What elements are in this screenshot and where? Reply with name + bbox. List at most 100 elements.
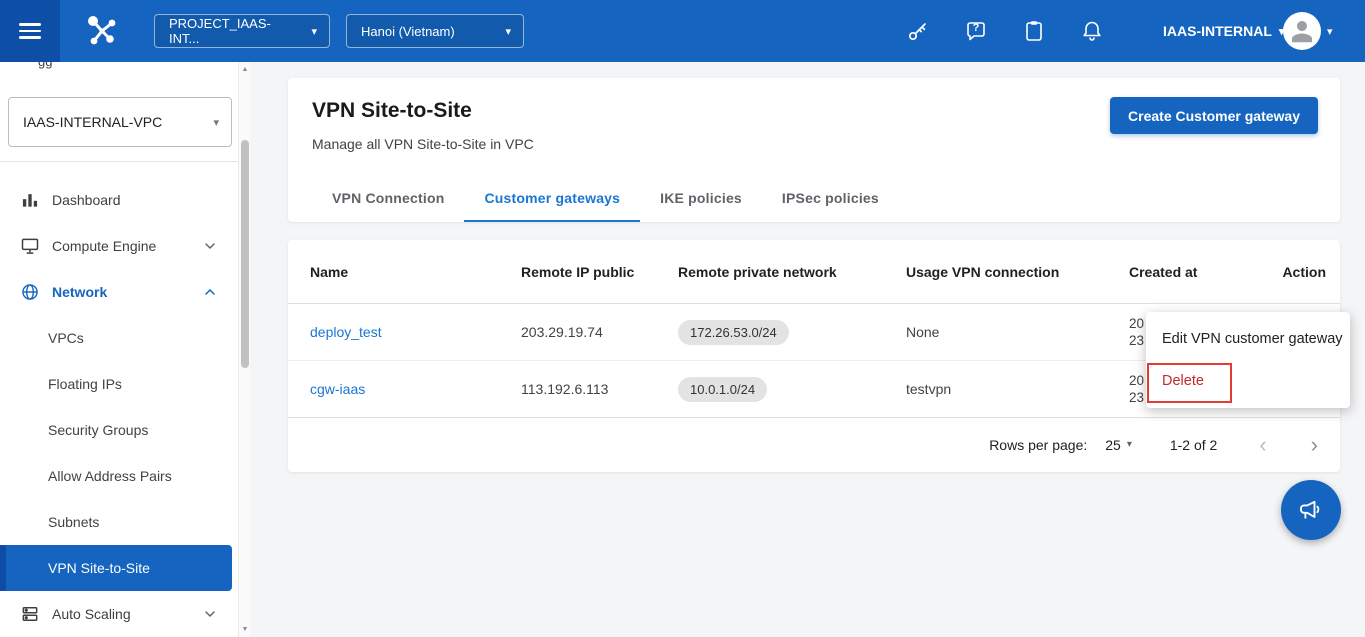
scroll-down-icon[interactable]: ▼ xyxy=(239,626,251,633)
tab-customer-gateways[interactable]: Customer gateways xyxy=(464,176,640,222)
header-icon-group: ? xyxy=(906,0,1104,62)
chevron-down-icon xyxy=(202,606,218,622)
sidebar-item-label: Compute Engine xyxy=(52,238,156,254)
sidebar-item-label: Auto Scaling xyxy=(52,606,131,622)
main-content: VPN Site-to-Site Manage all VPN Site-to-… xyxy=(250,62,1365,637)
delete-menu-item[interactable]: Delete xyxy=(1146,360,1350,402)
tasks-button[interactable] xyxy=(1022,19,1046,43)
page-header-card: VPN Site-to-Site Manage all VPN Site-to-… xyxy=(288,78,1340,222)
server-icon xyxy=(20,604,40,624)
region-selector[interactable]: Hanoi (Vietnam) ▾ xyxy=(346,14,524,48)
user-avatar-menu[interactable]: ▾ xyxy=(1283,0,1333,62)
megaphone-icon xyxy=(1297,496,1325,524)
feedback-fab-button[interactable] xyxy=(1281,480,1341,540)
network-chip: 10.0.1.0/24 xyxy=(678,377,767,402)
sidebar-item-security-groups[interactable]: Security Groups xyxy=(0,407,238,453)
hamburger-icon xyxy=(19,19,41,43)
chevron-up-icon xyxy=(202,284,218,300)
sidebar-item-label: Dashboard xyxy=(52,192,121,208)
sidebar-item-label: Network xyxy=(52,284,107,300)
rows-per-page-label: Rows per page: xyxy=(989,437,1087,453)
create-customer-gateway-button[interactable]: Create Customer gateway xyxy=(1110,97,1318,134)
edit-vpn-customer-gateway-menu-item[interactable]: Edit VPN customer gateway xyxy=(1146,318,1350,360)
sidebar-item-compute-engine[interactable]: Compute Engine xyxy=(0,223,238,269)
rows-per-page-value: 25 xyxy=(1105,437,1121,453)
gateway-name-link[interactable]: deploy_test xyxy=(310,324,382,340)
sidebar-item-subnets[interactable]: Subnets xyxy=(0,499,238,545)
column-header-action: Action xyxy=(1260,264,1326,280)
chevron-down-icon xyxy=(202,238,218,254)
sidebar-nav: Dashboard Compute Engine Network xyxy=(0,177,238,637)
app-root: PROJECT_IAAS-INT... ▾ Hanoi (Vietnam) ▾ xyxy=(0,0,1365,637)
chevron-down-icon: ▾ xyxy=(493,25,511,38)
sidebar-item-vpcs[interactable]: VPCs xyxy=(0,315,238,361)
sidebar-item-floating-ips[interactable]: Floating IPs xyxy=(0,361,238,407)
tab-bar: VPN Connection Customer gateways IKE pol… xyxy=(312,176,899,222)
row-action-context-menu: Edit VPN customer gateway Delete xyxy=(1146,312,1350,408)
sub-item-label: VPN Site-to-Site xyxy=(48,560,150,576)
divider xyxy=(0,161,238,162)
usage-cell: None xyxy=(906,324,1129,340)
project-selector-value: PROJECT_IAAS-INT... xyxy=(169,16,299,46)
region-selector-value: Hanoi (Vietnam) xyxy=(361,24,455,39)
project-selector[interactable]: PROJECT_IAAS-INT... ▾ xyxy=(154,14,330,48)
rows-per-page-select[interactable]: 25 ▾ xyxy=(1105,437,1132,453)
usage-cell: testvpn xyxy=(906,381,1129,397)
sidebar-item-auto-scaling[interactable]: Auto Scaling xyxy=(0,591,238,637)
question-mark-glyph: ? xyxy=(964,22,988,34)
table-pagination: Rows per page: 25 ▾ 1-2 of 2 ‹ › xyxy=(288,418,1340,471)
chevron-down-icon: ▾ xyxy=(1327,25,1333,38)
vpc-selector[interactable]: IAAS-INTERNAL-VPC ▾ xyxy=(8,97,232,147)
sidebar-item-dashboard[interactable]: Dashboard xyxy=(0,177,238,223)
person-icon xyxy=(1287,16,1317,46)
network-chip: 172.26.53.0/24 xyxy=(678,320,789,345)
sub-item-label: Floating IPs xyxy=(48,376,122,392)
api-key-button[interactable] xyxy=(906,19,930,43)
sub-item-label: Subnets xyxy=(48,514,99,530)
chevron-down-icon: ▾ xyxy=(1127,439,1132,450)
remote-ip-cell: 203.29.19.74 xyxy=(521,324,678,340)
page-title: VPN Site-to-Site xyxy=(312,99,472,123)
chevron-down-icon: ▾ xyxy=(213,116,219,129)
tab-ike-policies[interactable]: IKE policies xyxy=(640,176,762,222)
bell-icon xyxy=(1080,19,1104,43)
next-page-button[interactable]: › xyxy=(1311,432,1318,458)
sub-item-label: Security Groups xyxy=(48,422,148,438)
tab-ipsec-policies[interactable]: IPSec policies xyxy=(762,176,899,222)
monitor-icon xyxy=(20,236,40,256)
pagination-range: 1-2 of 2 xyxy=(1170,437,1217,453)
top-bar: PROJECT_IAAS-INT... ▾ Hanoi (Vietnam) ▾ xyxy=(0,0,1365,62)
account-menu[interactable]: IAAS-INTERNAL ▾ xyxy=(1163,0,1284,62)
chevron-down-icon: ▾ xyxy=(299,25,317,38)
sub-item-label: VPCs xyxy=(48,330,84,346)
column-header-created-at: Created at xyxy=(1129,264,1260,280)
account-menu-label: IAAS-INTERNAL xyxy=(1163,23,1272,39)
scroll-up-icon[interactable]: ▲ xyxy=(239,66,251,73)
previous-page-button[interactable]: ‹ xyxy=(1259,432,1266,458)
vpc-selector-value: IAAS-INTERNAL-VPC xyxy=(23,114,162,130)
hamburger-menu-button[interactable] xyxy=(0,0,60,62)
column-header-remote-ip: Remote IP public xyxy=(521,264,678,280)
column-header-name: Name xyxy=(310,264,521,280)
gateway-name-link[interactable]: cgw-iaas xyxy=(310,381,365,397)
sidebar-item-allow-address-pairs[interactable]: Allow Address Pairs xyxy=(0,453,238,499)
sidebar-item-network[interactable]: Network xyxy=(0,269,238,315)
table-header-row: Name Remote IP public Remote private net… xyxy=(288,240,1340,304)
tab-vpn-connection[interactable]: VPN Connection xyxy=(312,176,464,222)
brand-logo-icon xyxy=(82,11,122,51)
page-subtitle: Manage all VPN Site-to-Site in VPC xyxy=(312,136,534,152)
globe-icon xyxy=(20,282,40,302)
remote-ip-cell: 113.192.6.113 xyxy=(521,381,678,397)
bar-chart-icon xyxy=(20,190,40,210)
key-icon xyxy=(906,19,930,43)
column-header-remote-network: Remote private network xyxy=(678,264,906,280)
scrollbar-thumb[interactable] xyxy=(241,140,249,368)
support-button[interactable]: ? xyxy=(964,19,988,43)
clipped-menu-item: gg xyxy=(38,62,52,69)
notifications-button[interactable] xyxy=(1080,19,1104,43)
sidebar: gg IAAS-INTERNAL-VPC ▾ Dashboard Compute… xyxy=(0,62,250,637)
sidebar-scrollbar[interactable]: ▲ ▼ xyxy=(238,62,250,637)
sidebar-item-vpn-site-to-site[interactable]: VPN Site-to-Site xyxy=(0,545,232,591)
clipboard-icon xyxy=(1022,19,1046,43)
sub-item-label: Allow Address Pairs xyxy=(48,468,172,484)
